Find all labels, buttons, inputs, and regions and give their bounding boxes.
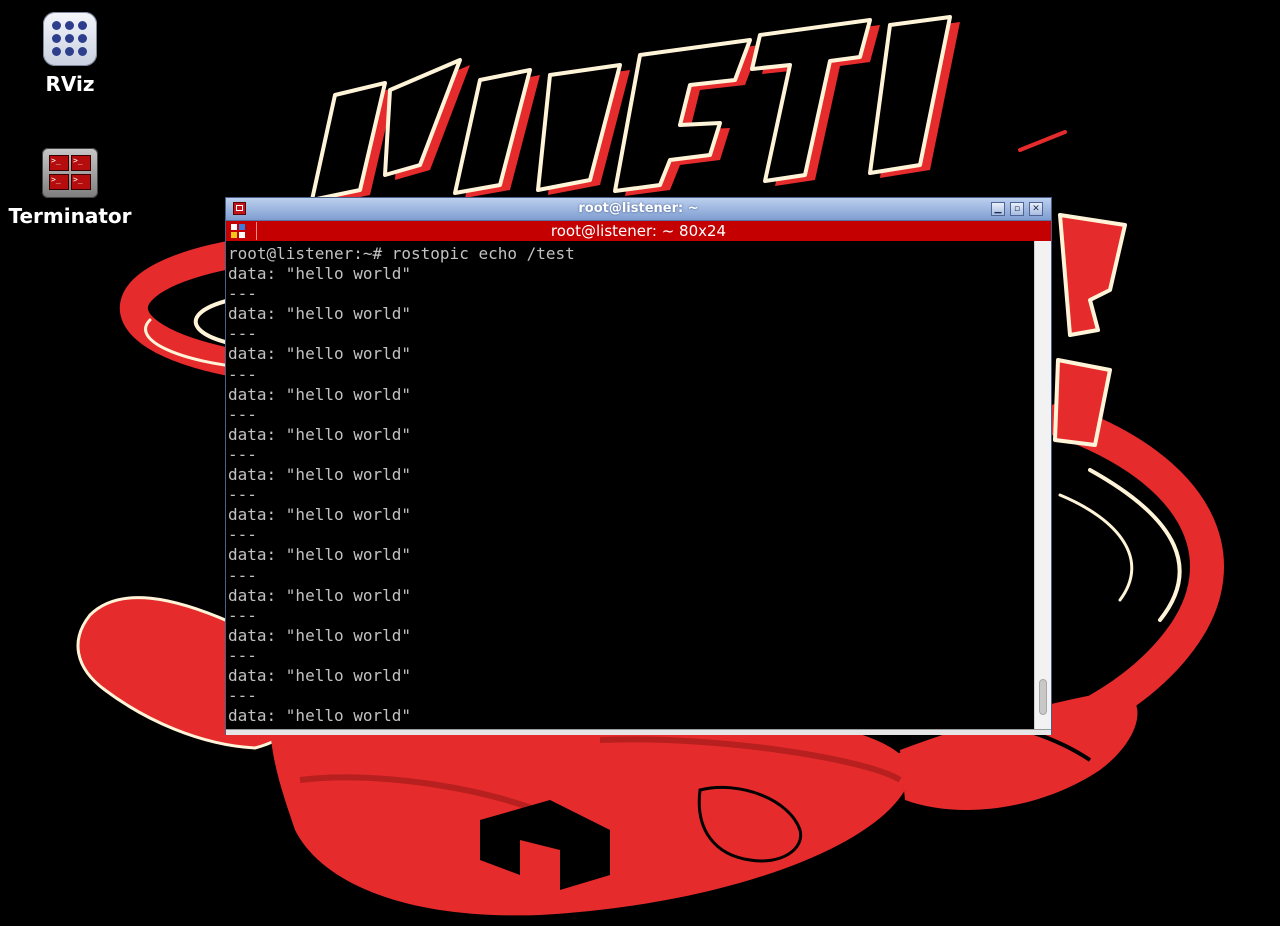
scrollbar-thumb[interactable] bbox=[1039, 679, 1047, 715]
terminal-output-line: data: "hello world" bbox=[228, 304, 412, 324]
terminal-output-line: data: "hello world" bbox=[228, 585, 412, 605]
terminal-output-line: data: "hello world" bbox=[228, 625, 412, 645]
desktop-icon-rviz[interactable]: RViz bbox=[0, 12, 140, 96]
terminal-output-line: --- bbox=[228, 645, 257, 665]
terminal-tab-bar[interactable]: root@listener: ~ 80x24 bbox=[226, 221, 1051, 241]
minimize-button[interactable]: ▁ bbox=[991, 202, 1005, 216]
terminal-scrollbar[interactable] bbox=[1034, 241, 1051, 729]
terminal-output-line: data: "hello world" bbox=[228, 344, 412, 364]
terminal-output-line: data: "hello world" bbox=[228, 465, 412, 485]
window-title: root@listener: ~ bbox=[578, 201, 699, 216]
terminal-output-line: data: "hello world" bbox=[228, 505, 412, 525]
terminal-output-line: data: "hello world" bbox=[228, 424, 412, 444]
terminal-output-line: --- bbox=[228, 686, 257, 706]
terminal-output-line: --- bbox=[228, 444, 257, 464]
terminal-output-line: --- bbox=[228, 565, 257, 585]
terminator-icon: >_ >_ >_ >_ bbox=[42, 148, 98, 198]
terminal-output-line: data: "hello world" bbox=[228, 264, 412, 284]
maximize-button[interactable]: ▫ bbox=[1010, 202, 1024, 216]
terminal-output-line: --- bbox=[228, 284, 257, 304]
terminal-command-line: root@listener:~# rostopic echo /test bbox=[228, 244, 575, 263]
close-button[interactable]: ✕ bbox=[1029, 202, 1043, 216]
rviz-icon bbox=[43, 12, 97, 66]
terminator-window[interactable]: root@listener: ~ ▁ ▫ ✕ root@listener: ~ … bbox=[226, 198, 1051, 735]
terminal-output[interactable]: root@listener:~# rostopic echo /test data… bbox=[226, 241, 1034, 729]
terminal-output-line: --- bbox=[228, 525, 257, 545]
desktop-icon-label: RViz bbox=[45, 72, 95, 96]
terminal-output-line: data: "hello world" bbox=[228, 665, 412, 685]
terminal-text: root@listener:~# rostopic echo /test data… bbox=[226, 241, 1034, 726]
terminal-tab-title: root@listener: ~ 80x24 bbox=[550, 222, 727, 240]
terminal-output-line: --- bbox=[228, 485, 257, 505]
terminal-output-line: --- bbox=[228, 404, 257, 424]
desktop-icon-label: Terminator bbox=[8, 204, 132, 228]
window-titlebar[interactable]: root@listener: ~ ▁ ▫ ✕ bbox=[226, 198, 1051, 221]
terminal-output-line: --- bbox=[228, 364, 257, 384]
terminal-output-line: --- bbox=[228, 324, 257, 344]
terminal-output-line: data: "hello world" bbox=[228, 706, 412, 726]
window-bottom-border bbox=[226, 729, 1051, 735]
terminal-output-line: data: "hello world" bbox=[228, 384, 412, 404]
desktop-icon-terminator[interactable]: >_ >_ >_ >_ Terminator bbox=[0, 148, 140, 228]
terminal-output-line: data: "hello world" bbox=[228, 545, 412, 565]
terminal-output-line: --- bbox=[228, 605, 257, 625]
